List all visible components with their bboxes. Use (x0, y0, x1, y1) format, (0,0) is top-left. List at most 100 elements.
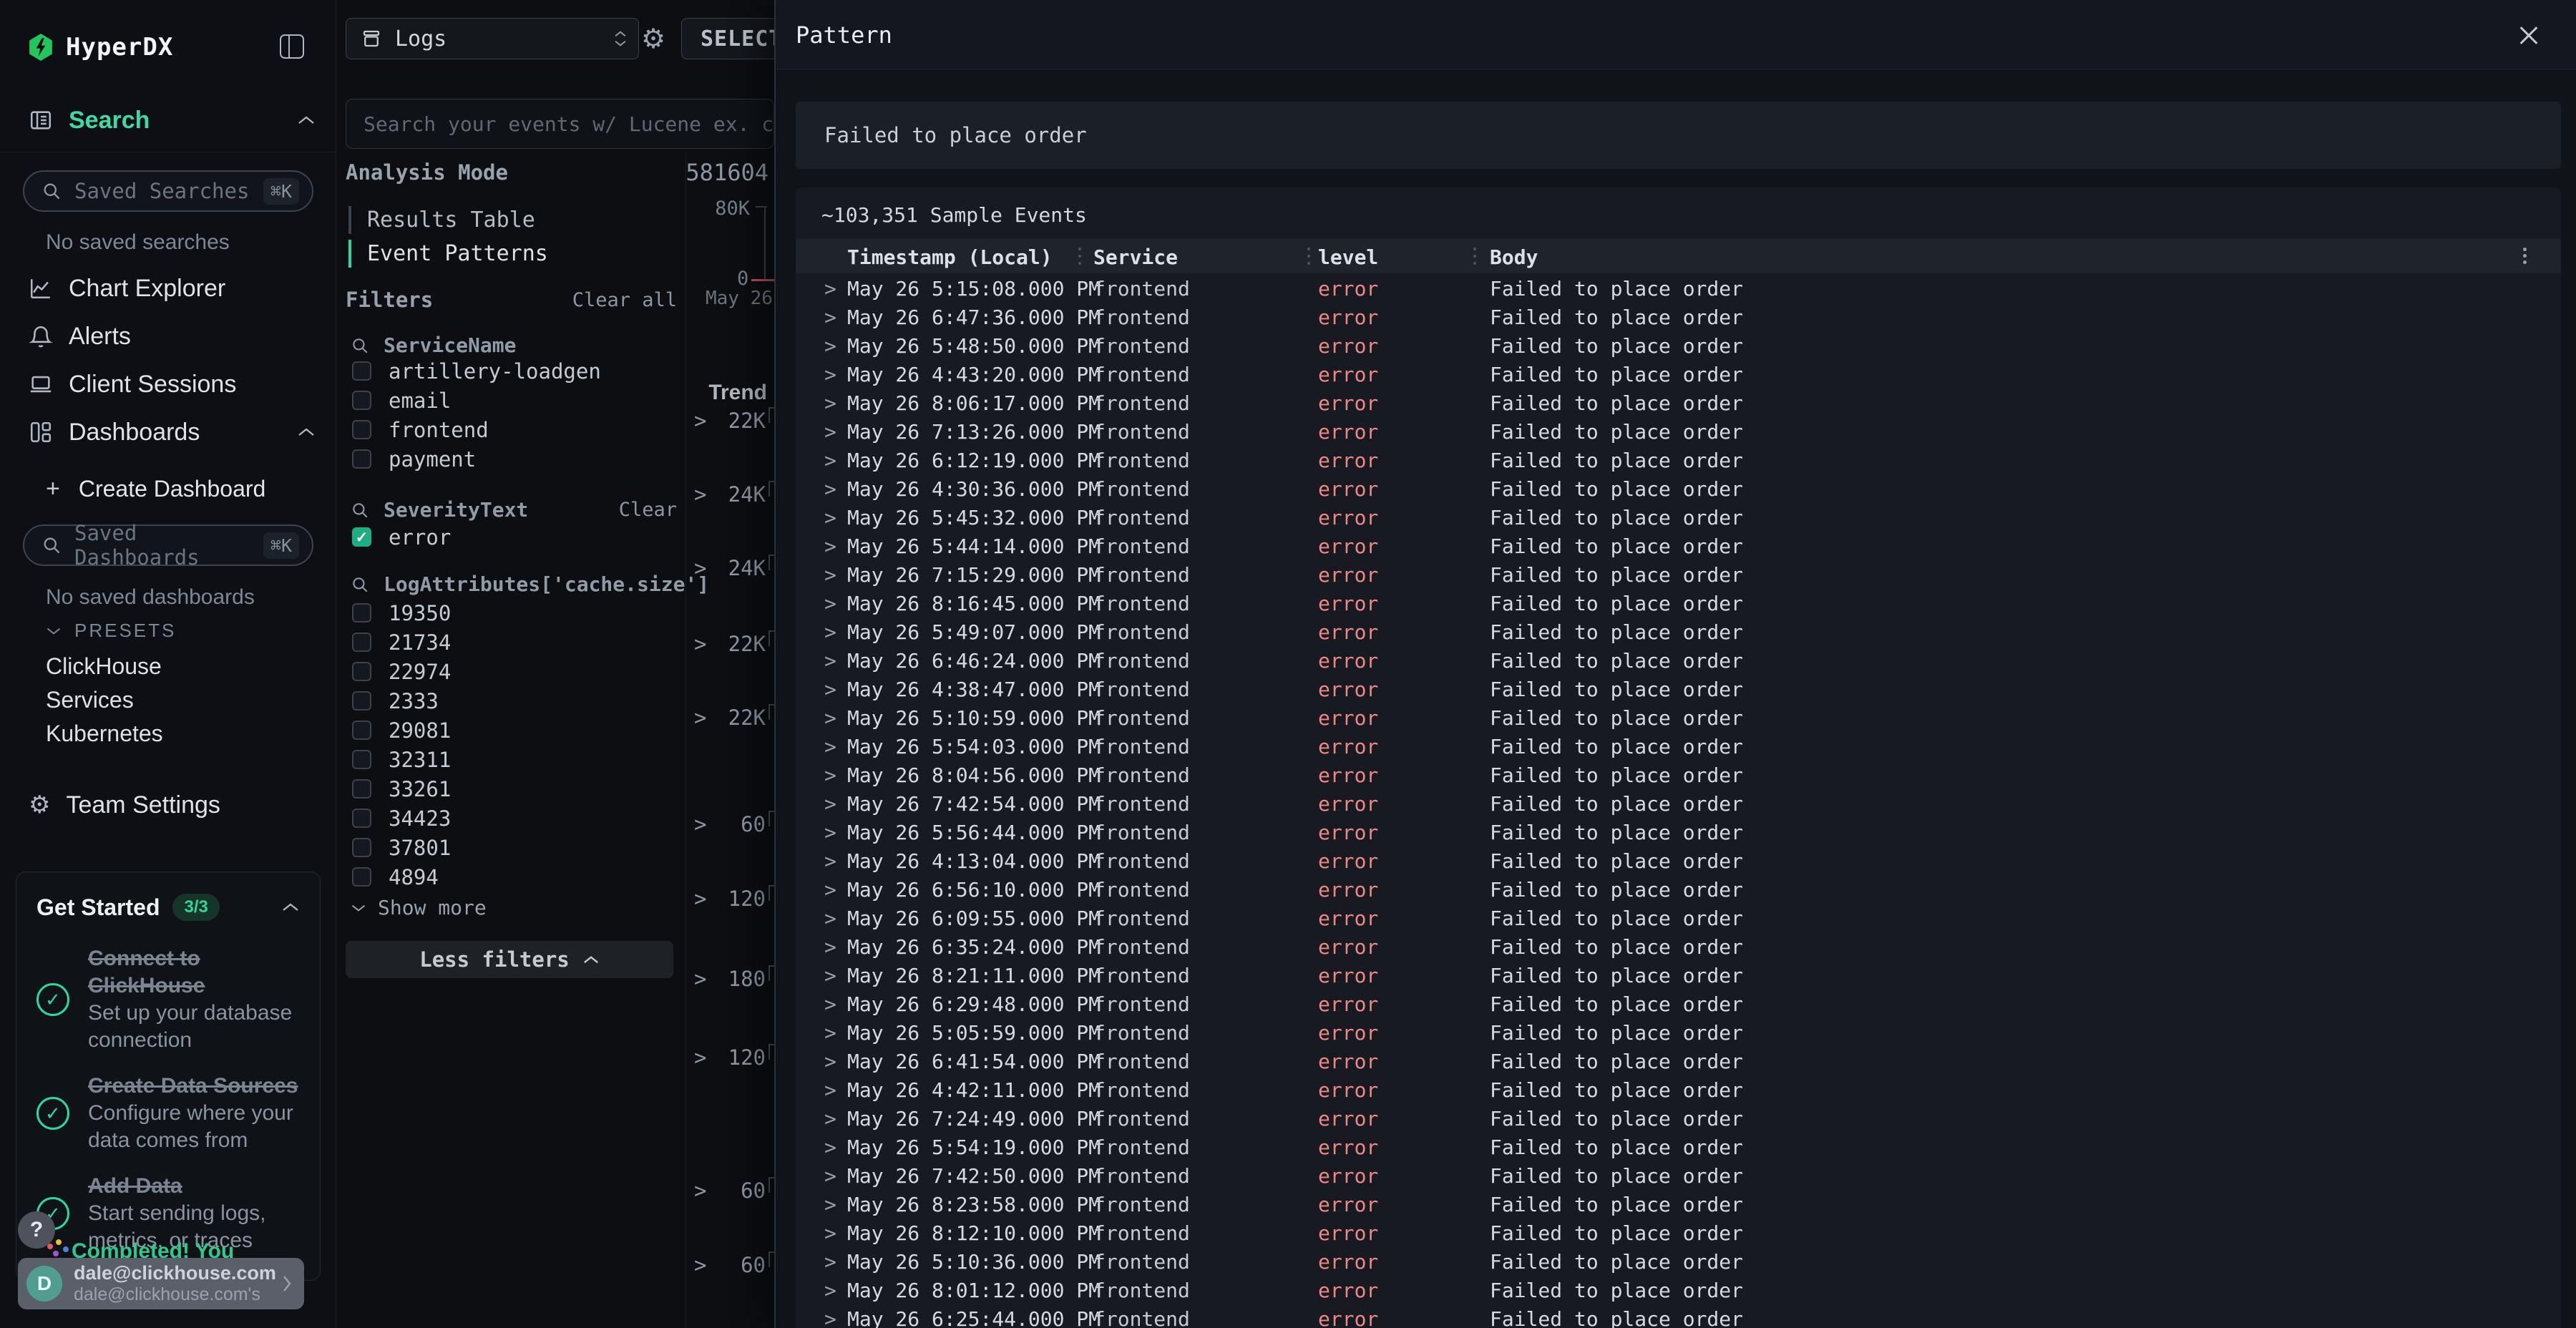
sidebar-item-chart-explorer[interactable]: Chart Explorer (29, 273, 316, 304)
table-row[interactable]: > May 26 6:09:55.000 PM frontend error F… (796, 903, 2561, 932)
checkbox[interactable] (352, 420, 371, 439)
table-row[interactable]: > May 26 6:29:48.000 PM frontend error F… (796, 989, 2561, 1017)
pattern-row[interactable]: > 180 (686, 964, 774, 994)
checkbox[interactable] (352, 750, 371, 769)
table-row[interactable]: > May 26 8:06:17.000 PM frontend error F… (796, 388, 2561, 416)
pattern-row[interactable]: > 22K (686, 629, 774, 659)
row-expand-chevron-icon[interactable]: > (824, 592, 836, 615)
preset-item[interactable]: ClickHouse (46, 650, 163, 683)
expand-chevron-icon[interactable]: > (694, 887, 706, 911)
row-expand-chevron-icon[interactable]: > (824, 277, 836, 301)
checkbox[interactable] (352, 867, 371, 887)
sidebar-item-client-sessions[interactable]: Client Sessions (29, 368, 316, 400)
row-expand-chevron-icon[interactable]: > (824, 1250, 836, 1274)
table-row[interactable]: > May 26 4:30:36.000 PM frontend error F… (796, 474, 2561, 502)
col-header-service[interactable]: Service (1093, 245, 1178, 269)
table-row[interactable]: > May 26 7:15:29.000 PM frontend error F… (796, 560, 2561, 588)
table-row[interactable]: > May 26 7:42:50.000 PM frontend error F… (796, 1161, 2561, 1189)
pattern-value-box[interactable]: Failed to place order (796, 102, 2561, 169)
filter-checkbox-row[interactable]: frontend (352, 415, 601, 444)
row-expand-chevron-icon[interactable]: > (824, 1279, 836, 1302)
filter-checkbox-row[interactable]: 4894 (352, 862, 451, 892)
checkbox-checked[interactable]: ✓ (352, 527, 371, 547)
row-expand-chevron-icon[interactable]: > (824, 678, 836, 701)
checkbox[interactable] (352, 809, 371, 828)
row-expand-chevron-icon[interactable]: > (824, 763, 836, 787)
source-settings-gear-icon[interactable]: ⚙ (637, 23, 670, 56)
get-started-header[interactable]: Get Started 3/3 (36, 894, 300, 921)
show-more-link[interactable]: Show more (351, 896, 487, 919)
row-expand-chevron-icon[interactable]: > (824, 792, 836, 816)
row-expand-chevron-icon[interactable]: > (824, 821, 836, 844)
checkbox[interactable] (352, 721, 371, 740)
table-row[interactable]: > May 26 6:46:24.000 PM frontend error F… (796, 645, 2561, 674)
expand-chevron-icon[interactable]: > (694, 632, 706, 656)
table-row[interactable]: > May 26 8:16:45.000 PM frontend error F… (796, 588, 2561, 617)
table-row[interactable]: > May 26 4:13:04.000 PM frontend error F… (796, 846, 2561, 874)
pattern-row[interactable]: > 120 (686, 1043, 774, 1073)
table-menu-icon[interactable] (2523, 248, 2527, 251)
checkbox[interactable] (352, 361, 371, 381)
table-row[interactable]: > May 26 6:12:19.000 PM frontend error F… (796, 445, 2561, 474)
table-row[interactable]: > May 26 6:35:24.000 PM frontend error F… (796, 932, 2561, 960)
saved-searches-input[interactable]: Saved Searches ⌘K (23, 170, 313, 212)
expand-chevron-icon[interactable]: > (694, 1045, 706, 1070)
pattern-row[interactable]: > 22K (686, 406, 774, 436)
table-row[interactable]: > May 26 8:12:10.000 PM frontend error F… (796, 1218, 2561, 1246)
column-resize-handle[interactable] (1078, 248, 1081, 250)
close-icon[interactable] (2519, 26, 2539, 46)
search-icon[interactable] (351, 336, 369, 355)
row-expand-chevron-icon[interactable]: > (824, 534, 836, 558)
col-header-level[interactable]: level (1318, 245, 1378, 269)
filter-checkbox-row[interactable]: 22974 (352, 657, 451, 686)
preset-item[interactable]: Services (46, 683, 163, 717)
table-row[interactable]: > May 26 5:10:59.000 PM frontend error F… (796, 703, 2561, 731)
row-expand-chevron-icon[interactable]: > (824, 477, 836, 501)
pattern-row[interactable]: > 60 (686, 1250, 774, 1280)
table-row[interactable]: > May 26 5:49:07.000 PM frontend error F… (796, 617, 2561, 645)
filter-checkbox-row[interactable]: 33261 (352, 774, 451, 804)
checkbox[interactable] (352, 391, 371, 410)
checkbox[interactable] (352, 662, 371, 681)
expand-chevron-icon[interactable]: > (694, 812, 706, 836)
filter-checkbox-row[interactable]: 19350 (352, 598, 451, 628)
presets-toggle[interactable]: PRESETS (46, 620, 176, 642)
pattern-row[interactable]: > 60 (686, 1176, 774, 1206)
table-row[interactable]: > May 26 8:23:58.000 PM frontend error F… (796, 1189, 2561, 1218)
table-row[interactable]: > May 26 4:43:20.000 PM frontend error F… (796, 359, 2561, 388)
row-expand-chevron-icon[interactable]: > (824, 1307, 836, 1328)
row-expand-chevron-icon[interactable]: > (824, 735, 836, 758)
mode-results-table[interactable]: Results Table (348, 203, 548, 237)
expand-chevron-icon[interactable]: > (694, 409, 706, 433)
table-row[interactable]: > May 26 4:38:47.000 PM frontend error F… (796, 674, 2561, 703)
row-expand-chevron-icon[interactable]: > (824, 563, 836, 587)
user-menu[interactable]: D dale@clickhouse.com dale@clickhouse.co… (18, 1258, 304, 1309)
filter-checkbox-row[interactable]: 21734 (352, 628, 451, 657)
row-expand-chevron-icon[interactable]: > (824, 391, 836, 415)
table-row[interactable]: > May 26 5:54:19.000 PM frontend error F… (796, 1132, 2561, 1161)
sidebar-item-alerts[interactable]: Alerts (29, 321, 316, 352)
filter-checkbox-row[interactable]: 37801 (352, 833, 451, 862)
filter-checkbox-row[interactable]: email (352, 386, 601, 415)
filter-checkbox-row[interactable]: payment (352, 444, 601, 474)
checkbox[interactable] (352, 633, 371, 652)
search-icon[interactable] (351, 501, 369, 519)
filter-checkbox-row[interactable]: 34423 (352, 804, 451, 833)
table-row[interactable]: > May 26 6:56:10.000 PM frontend error F… (796, 874, 2561, 903)
filter-checkbox-row[interactable]: 32311 (352, 745, 451, 774)
less-filters-button[interactable]: Less filters (346, 941, 673, 978)
mode-event-patterns[interactable]: Event Patterns (348, 237, 548, 270)
checkbox[interactable] (352, 779, 371, 799)
sidebar-item-dashboards[interactable]: Dashboards (29, 416, 316, 448)
help-button[interactable]: ? (18, 1211, 55, 1249)
expand-chevron-icon[interactable]: > (694, 967, 706, 991)
row-expand-chevron-icon[interactable]: > (824, 935, 836, 959)
expand-chevron-icon[interactable]: > (694, 706, 706, 730)
row-expand-chevron-icon[interactable]: > (824, 907, 836, 930)
sidebar-item-search[interactable]: Search (29, 104, 316, 136)
row-expand-chevron-icon[interactable]: > (824, 334, 836, 358)
row-expand-chevron-icon[interactable]: > (824, 706, 836, 730)
table-row[interactable]: > May 26 8:01:12.000 PM frontend error F… (796, 1275, 2561, 1304)
row-expand-chevron-icon[interactable]: > (824, 649, 836, 673)
row-expand-chevron-icon[interactable]: > (824, 363, 836, 386)
